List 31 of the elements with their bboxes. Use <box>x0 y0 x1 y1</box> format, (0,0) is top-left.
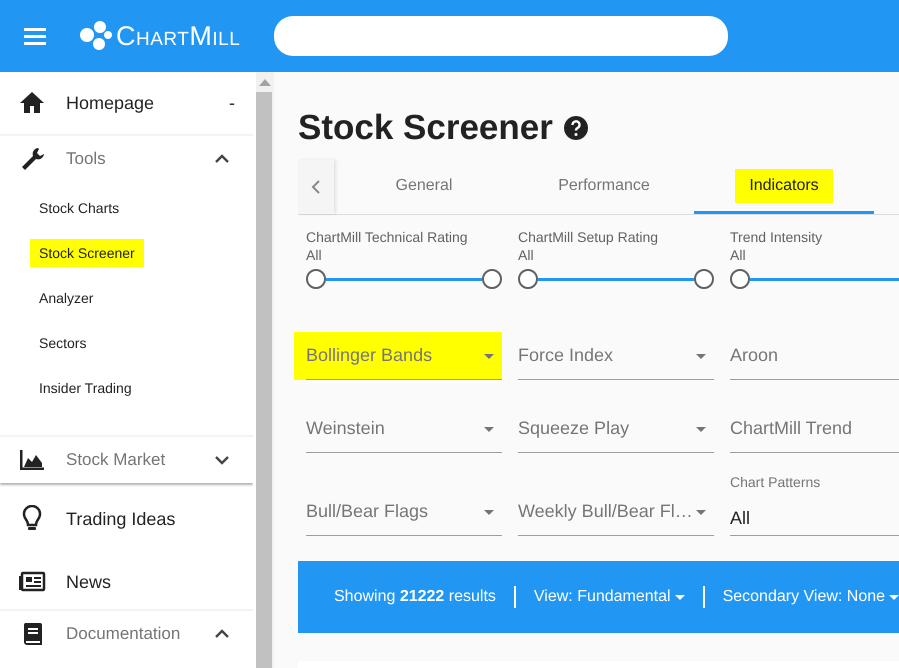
slider-label: ChartMill Setup Rating <box>518 229 660 245</box>
logo-text[interactable]: ChartMill <box>116 20 240 52</box>
tab[interactable]: Performance <box>514 160 694 214</box>
nav-subitem[interactable]: Sectors <box>30 329 96 357</box>
results-count: Showing 21222 results <box>334 588 496 606</box>
filter-dropdown[interactable]: Squeeze Play <box>518 405 714 453</box>
filter-dropdown[interactable]: Aroon <box>730 332 899 380</box>
slider-label: ChartMill Technical Rating <box>306 229 469 245</box>
nav-item[interactable]: Homepage - <box>0 72 253 134</box>
secondary-view-dropdown[interactable]: Secondary View: None <box>722 588 899 606</box>
tab[interactable]: Indicators <box>694 160 874 214</box>
nav-section[interactable]: Documentation <box>0 609 253 657</box>
filter-dropdown[interactable]: Force Index <box>518 332 714 380</box>
filter-dropdown[interactable]: ChartMill Trend <box>730 405 899 453</box>
view-dropdown[interactable]: View: Fundamental <box>534 588 685 606</box>
nav-subitem[interactable]: Stock Screener <box>30 239 144 267</box>
nav-subitem[interactable]: Analyzer <box>30 284 102 312</box>
slider-value: All <box>730 247 747 263</box>
nav-subitem[interactable]: Stock Charts <box>30 194 128 222</box>
slider-value: All <box>518 247 535 263</box>
slider-label: Trend Intensity <box>730 229 824 245</box>
nav-subitem[interactable]: Insider Trading <box>30 374 141 402</box>
filter-dropdown[interactable]: Weinstein <box>306 405 502 453</box>
slider-value: All <box>306 247 323 263</box>
page-title: Stock Screener <box>298 108 553 148</box>
nav-item[interactable]: News <box>0 555 253 609</box>
tab[interactable]: General <box>334 160 514 214</box>
nav-item[interactable]: Trading Ideas <box>0 483 253 555</box>
filter-dropdown[interactable]: Weekly Bull/Bear Fl… <box>518 474 714 536</box>
filter-dropdown[interactable]: Chart Patterns All <box>730 474 899 536</box>
filter-dropdown[interactable]: Bull/Bear Flags <box>306 474 502 536</box>
